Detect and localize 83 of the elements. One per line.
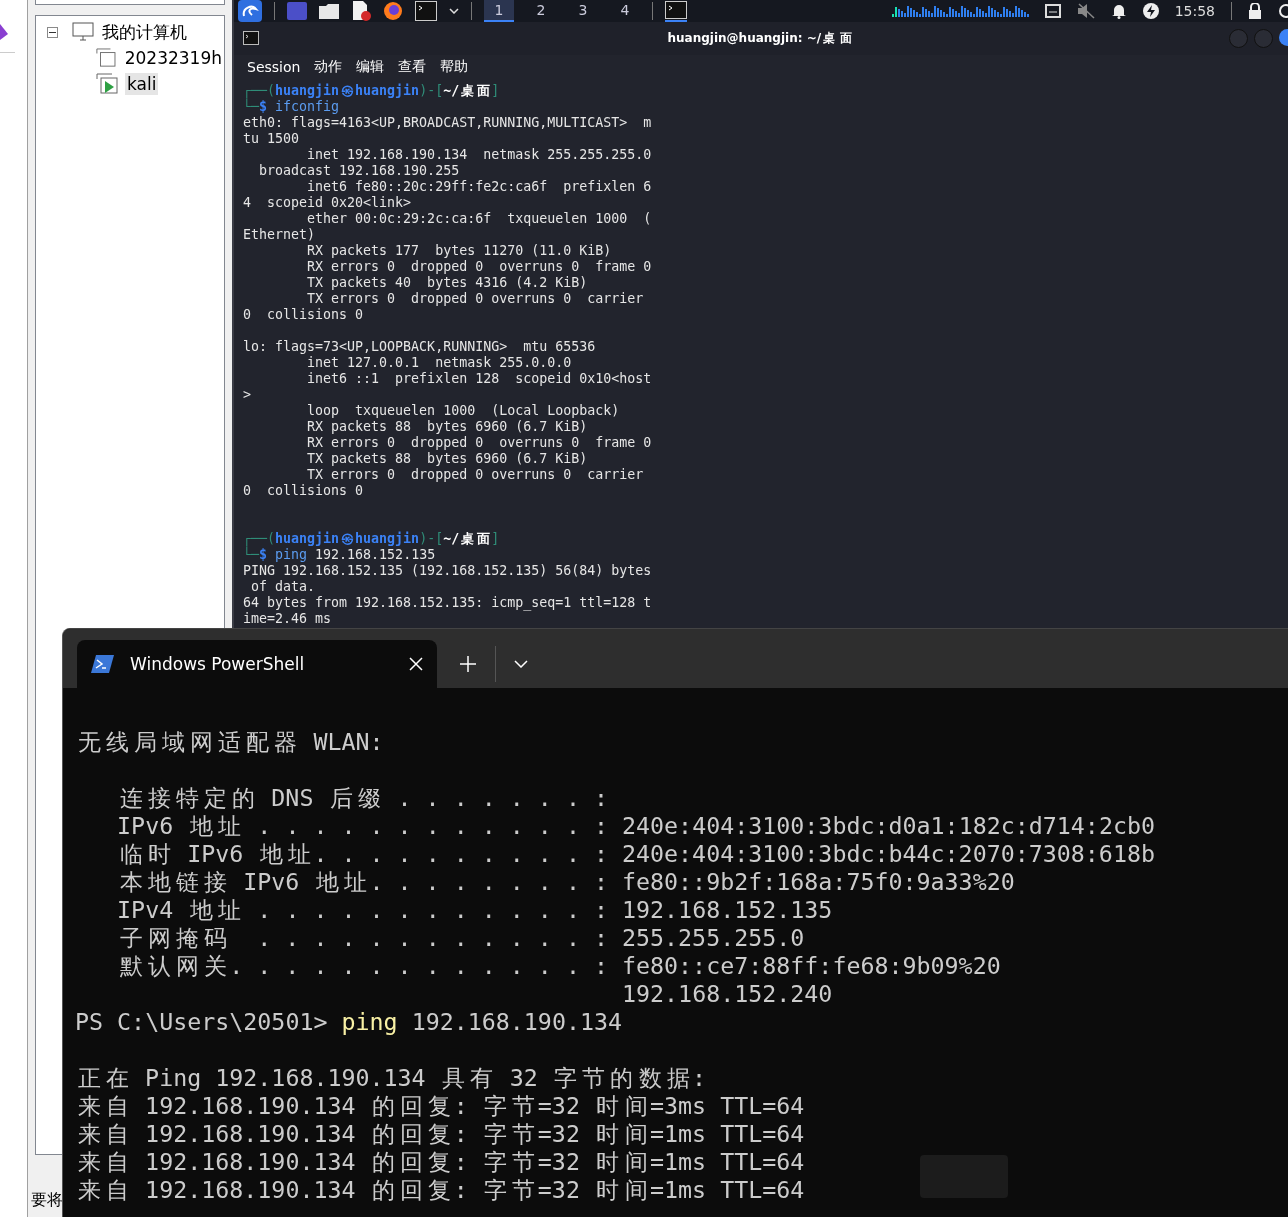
prompt-line: ┌──(huangjin㉿huangjin)-[~/桌面] xyxy=(243,531,500,547)
terminal-line: 192.168.152.240 xyxy=(621,980,833,1008)
powershell-icon xyxy=(91,655,114,673)
terminal-line: 本地链接 IPv6 地址. . . . . . . . : fe80::9b2f:168a:75f0:9a33%20 xyxy=(118,868,1015,896)
terminal-line: 无线局域网适配器 WLAN: xyxy=(76,728,384,756)
workspace-button[interactable]: 1 xyxy=(484,0,514,22)
terminal-line: > xyxy=(243,387,251,403)
terminal-line: 来自 192.168.190.134 的回复: 字节=32 时间=1ms TTL=64 xyxy=(76,1120,805,1148)
terminal-line: TX packets 88 bytes 6960 (6.7 KiB) xyxy=(306,451,588,467)
document-icon[interactable] xyxy=(351,1,371,21)
terminal-line: 来自 192.168.190.134 的回复: 字节=32 时间=1ms TTL=64 xyxy=(76,1148,805,1176)
folder-icon[interactable] xyxy=(319,3,339,19)
terminal-line: 0 collisions 0 xyxy=(243,307,364,323)
terminal-line: 4 scopeid 0x20<link> xyxy=(243,195,412,211)
bell-icon[interactable] xyxy=(1110,3,1127,19)
monitor-icon xyxy=(72,22,94,42)
prompt-line: └─$ ping 192.168.152.135 xyxy=(243,547,436,563)
lightning-icon[interactable] xyxy=(1142,3,1159,19)
terminal-line: IPv6 地址 . . . . . . . . . . . . : 240e:404:3100:3bdc:d0a1:182c:d714:2cb0 xyxy=(116,812,1155,840)
terminal-line: PING 192.168.152.135 (192.168.152.135) 56(84) bytes xyxy=(243,563,652,579)
muted-speaker-icon[interactable] xyxy=(1076,3,1095,19)
terminal-line: TX errors 0 dropped 0 overruns 0 carrier xyxy=(306,291,644,307)
terminal-line: lo: flags=73<UP,LOOPBACK,RUNNING> mtu 65536 xyxy=(243,339,596,355)
terminal-line: TX errors 0 dropped 0 overruns 0 carrier xyxy=(306,467,644,483)
pointer-icon xyxy=(0,24,8,40)
workspace-button[interactable]: 3 xyxy=(568,0,598,22)
terminal-line: of data. xyxy=(250,579,316,595)
menu-item[interactable]: 编辑 xyxy=(356,57,385,76)
terminal-line: inet 127.0.0.1 netmask 255.0.0.0 xyxy=(306,355,572,371)
terminal-line: 默认网关. . . . . . . . . . . . . : fe80::ce7:88ff:fe68:9b09%20 xyxy=(118,952,1001,980)
terminal-icon xyxy=(243,31,259,45)
terminal-line: loop txqueuelen 1000 (Local Loopback) xyxy=(306,403,620,419)
workspace-button[interactable]: 2 xyxy=(526,0,556,22)
terminal-line: TX packets 40 bytes 4316 (4.2 KiB) xyxy=(306,275,588,291)
terminal-line: inet 192.168.190.134 netmask 255.255.255.0 xyxy=(306,147,652,163)
terminal-line: RX packets 88 bytes 6960 (6.7 KiB) xyxy=(306,419,588,435)
tree-item[interactable]: kali xyxy=(125,73,159,95)
terminal-line: 来自 192.168.190.134 的回复: 字节=32 时间=3ms TTL=64 xyxy=(76,1092,805,1120)
terminal-line: inet6 ::1 prefixlen 128 scopeid 0x10<host xyxy=(306,371,652,387)
terminal-line: inet6 fe80::20c:29ff:fe2c:ca6f prefixlen 6 xyxy=(306,179,652,195)
menu-item[interactable]: 查看 xyxy=(398,57,427,76)
terminal-tab[interactable]: Windows PowerShell xyxy=(77,640,437,688)
close-button[interactable] xyxy=(1279,29,1288,46)
terminal-line: RX errors 0 dropped 0 overruns 0 frame 0 xyxy=(306,259,652,275)
menu-item[interactable]: 动作 xyxy=(314,57,343,76)
prompt-line: PS C:\Users\20501> ping 192.168.190.134 xyxy=(75,1008,623,1036)
new-tab-icon[interactable] xyxy=(459,655,477,673)
terminal-line: 来自 192.168.190.134 的回复: 字节=32 时间=1ms TTL=64 xyxy=(76,1176,805,1204)
terminal-line: IPv4 地址 . . . . . . . . . . . . : 192.168.152.135 xyxy=(116,896,833,924)
taskbar-item[interactable] xyxy=(665,0,687,22)
chevron-icon[interactable] xyxy=(449,8,459,14)
browser-icon[interactable] xyxy=(383,1,403,21)
lock-icon[interactable] xyxy=(1248,3,1262,19)
terminal-line: ether 00:0c:29:2c:ca:6f txqueuelen 1000 ( xyxy=(306,211,652,227)
tree-item[interactable]: 20232319h xyxy=(122,47,224,69)
terminal-line: RX errors 0 dropped 0 overruns 0 frame 0 xyxy=(306,435,652,451)
dragon-logo-icon[interactable] xyxy=(238,0,262,22)
network-icon[interactable] xyxy=(1044,3,1061,19)
terminal-line: eth0: flags=4163<UP,BROADCAST,RUNNING,MULTICAST> m xyxy=(243,115,652,131)
close-icon[interactable] xyxy=(409,657,423,671)
clock: 15:58 xyxy=(1174,3,1215,19)
collapse-icon[interactable] xyxy=(47,26,58,38)
tree-item[interactable]: 我的计算机 xyxy=(100,21,189,43)
terminal-line: broadcast 192.168.190.255 xyxy=(258,163,460,179)
terminal-line: 0 collisions 0 xyxy=(243,483,364,499)
terminal-line: ime=2.46 ms xyxy=(243,611,332,627)
window-title: huangjin@huangjin: ~/桌面 xyxy=(667,30,854,47)
terminal-line: 正在 Ping 192.168.190.134 具有 32 字节的数据: xyxy=(76,1064,707,1092)
workspace-button[interactable]: 4 xyxy=(610,0,640,22)
status-text: 要将 xyxy=(31,1190,63,1211)
prompt-line: ┌──(huangjin㉿huangjin)-[~/桌面] xyxy=(243,83,500,99)
terminal-icon[interactable] xyxy=(415,1,437,21)
power-icon[interactable] xyxy=(1278,3,1288,19)
terminal-line: tu 1500 xyxy=(243,131,300,147)
terminal-line: Ethernet) xyxy=(243,227,316,243)
prompt-line: └─$ ifconfig xyxy=(243,99,340,115)
menu-item[interactable]: Session xyxy=(247,58,301,75)
terminal-line: RX packets 177 bytes 11270 (11.0 KiB) xyxy=(306,243,612,259)
terminal-line: 64 bytes from 192.168.152.135: icmp_seq=1 ttl=128 t xyxy=(243,595,652,611)
menu-item[interactable]: 帮助 xyxy=(440,57,469,76)
terminal-line: 临时 IPv6 地址. . . . . . . . . . : 240e:404:3100:3bdc:b44c:2070:7308:618b xyxy=(118,840,1155,868)
terminal-line: 连接特定的 DNS 后缀 . . . . . . . : xyxy=(118,784,608,812)
terminal-line: 子网掩码 . . . . . . . . . . . . : 255.255.255.0 xyxy=(118,924,805,952)
